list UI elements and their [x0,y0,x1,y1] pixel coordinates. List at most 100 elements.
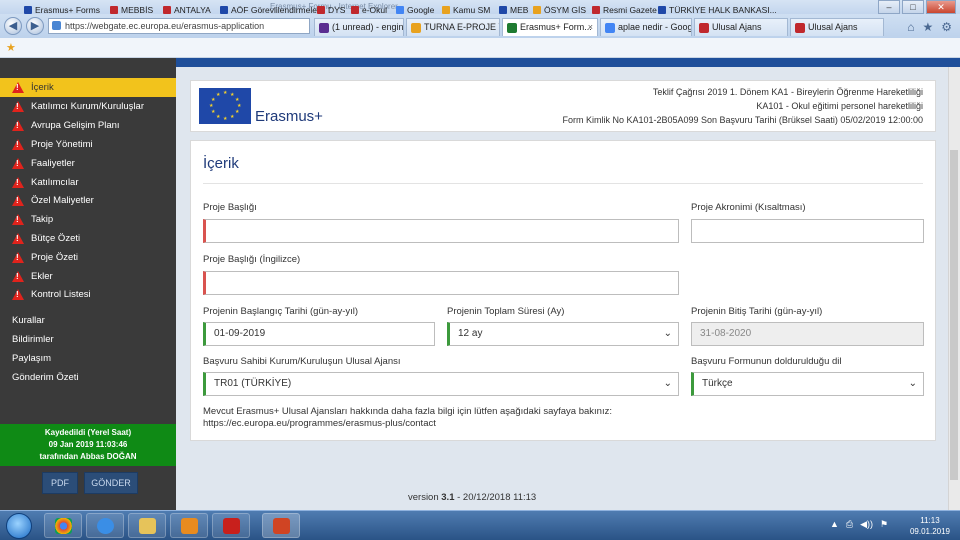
tab-label: (1 unread) - engin... [332,22,404,32]
favorite-link[interactable]: Kamu SM [442,5,490,15]
sidebar-item-katilimcilar[interactable]: Katılımcılar [0,173,176,192]
clock-time: 11:13 [920,516,940,525]
title-divider [203,183,923,184]
version-info: version 3.1 - 20/12/2018 11:13 [408,492,537,503]
chrome-icon [55,518,72,534]
sidebar-link-gonderim-ozeti[interactable]: Gönderim Özeti [12,372,79,383]
agency-info-link[interactable]: https://ec.europa.eu/programmes/erasmus-… [203,418,436,429]
tab-ulusal-ajans-1[interactable]: Ulusal Ajans [694,18,788,36]
taskbar-file-explorer[interactable] [128,513,166,538]
settings-gear-icon[interactable]: ⚙ [941,20,952,34]
maximize-button[interactable]: □ [902,0,924,14]
tab-label: Ulusal Ajans [712,22,762,32]
favorite-link[interactable]: e-Okul [351,5,387,15]
favorite-icon [110,6,118,14]
google-icon [605,23,615,33]
close-tab-icon[interactable]: × [588,19,593,36]
action-title: KA101 - Okul eğitimi personel hareketlil… [756,101,923,111]
media-player-icon [181,518,198,534]
close-window-button[interactable]: ✕ [926,0,956,14]
sidebar-item-ozel-maliyetler[interactable]: Özel Maliyetler [0,191,176,210]
acronym-input[interactable] [691,219,924,243]
pdf-button[interactable]: PDF [42,472,78,494]
national-agency-select[interactable]: TR01 (TÜRKİYE) ⌄ [203,372,679,396]
taskbar-acrobat[interactable] [212,513,250,538]
start-date-label: Projenin Başlangıç Tarihi (gün-ay-yıl) [203,306,359,317]
minimize-button[interactable]: – [878,0,900,14]
sidebar-item-icerik[interactable]: İçerik [0,78,176,97]
sidebar-item-faaliyetler[interactable]: Faaliyetler [0,154,176,173]
warning-icon [12,195,24,206]
favorites-star-icon[interactable]: ★ [922,20,933,34]
turna-icon [411,23,421,33]
powerpoint-icon [273,518,290,534]
ulusal-ajans-icon [699,23,709,33]
favorite-icon [658,6,666,14]
favorite-link[interactable]: ÖSYM GİS [533,5,586,15]
volume-icon[interactable]: ◀)) [860,519,873,530]
tab-turna[interactable]: TURNA E-PROJE Y... [406,18,500,36]
eu-flag-logo: ★ ★ ★ ★ ★ ★ ★ ★ ★ ★ ★ ★ [199,88,251,124]
favorites-star-icon[interactable]: ★ [6,41,16,54]
sidebar-item-takip[interactable]: Takip [0,210,176,229]
favorite-link[interactable]: Google [396,5,434,15]
favorite-link[interactable]: TÜRKİYE HALK BANKASI... [658,5,777,15]
sidebar-item-ekler[interactable]: Ekler [0,267,176,286]
favorite-link[interactable]: DYS [317,5,345,15]
start-date-input[interactable]: 01-09-2019 [203,322,435,346]
favorite-link[interactable]: MEB [499,5,528,15]
favorite-link[interactable]: Erasmus+ Forms [24,5,100,15]
favorite-link[interactable]: ANTALYA [163,5,211,15]
favorite-link[interactable]: MEBBİS [110,5,153,15]
favorite-link[interactable]: Resmi Gazete [592,5,657,15]
sidebar-link-paylasim[interactable]: Paylaşım [12,353,51,364]
duration-value: 12 ay [458,328,483,339]
forward-icon[interactable]: ▶ [26,17,44,35]
favorite-icon [317,6,325,14]
project-title-en-label: Proje Başlığı (İngilizce) [203,254,301,265]
tab-erasmus-form[interactable]: Erasmus+ Form... × [502,18,598,36]
send-button[interactable]: GÖNDER [84,472,138,494]
scrollbar-thumb[interactable] [950,150,958,480]
ulusal-ajans-icon [795,23,805,33]
sidebar-item-katilimci-kurumlar[interactable]: Katılımcı Kurum/Kuruluşlar [0,97,176,116]
back-icon[interactable]: ◀ [4,17,22,35]
favorites-bar [0,38,960,58]
project-title-input[interactable] [203,219,679,243]
taskbar-media-player[interactable] [170,513,208,538]
home-icon[interactable]: ⌂ [907,20,914,34]
clock[interactable]: 11:13 09.01.2019 [910,515,950,537]
page-title: İçerik [203,155,239,172]
chevron-down-icon: ⌄ [663,378,672,389]
sidebar-item-proje-yonetimi[interactable]: Proje Yönetimi [0,135,176,154]
network-icon[interactable]: ⎙ [846,519,853,530]
project-title-en-input[interactable] [203,271,679,295]
favorite-icon [163,6,171,14]
sidebar-link-bildirimler[interactable]: Bildirimler [12,334,54,345]
form-language-value: Türkçe [702,378,733,389]
browser-icons: ⌂ ★ ⚙ [907,20,952,34]
taskbar-internet-explorer[interactable] [86,513,124,538]
form-language-select[interactable]: Türkçe ⌄ [691,372,924,396]
show-hidden-icons-icon[interactable]: ▲ [830,519,839,530]
favorite-link[interactable]: AÖF Görevlilendirmeler [220,5,320,15]
warning-icon [12,177,24,188]
taskbar-chrome[interactable] [44,513,82,538]
tab-outlook[interactable]: (1 unread) - engin... [314,18,404,36]
address-bar[interactable]: https://webgate.ec.europa.eu/erasmus-app… [48,18,310,34]
duration-select[interactable]: 12 ay ⌄ [447,322,679,346]
sidebar-item-proje-ozeti[interactable]: Proje Özeti [0,248,176,267]
sidebar-item-kontrol-listesi[interactable]: Kontrol Listesi [0,285,176,304]
warning-icon [12,289,24,300]
sidebar-item-avrupa-gelisim-plani[interactable]: Avrupa Gelişim Planı [0,116,176,135]
favorite-icon [442,6,450,14]
sidebar-link-kurallar[interactable]: Kurallar [12,315,45,326]
sidebar-item-butce-ozeti[interactable]: Bütçe Özeti [0,229,176,248]
tab-ulusal-ajans-2[interactable]: Ulusal Ajans [790,18,884,36]
tab-label: Ulusal Ajans [808,22,858,32]
taskbar-powerpoint[interactable] [262,513,300,538]
start-button-icon[interactable] [6,513,32,539]
favorite-icon [592,6,600,14]
flag-icon[interactable]: ⚑ [880,519,888,530]
tab-google[interactable]: aplae nedir - Goog... [600,18,692,36]
